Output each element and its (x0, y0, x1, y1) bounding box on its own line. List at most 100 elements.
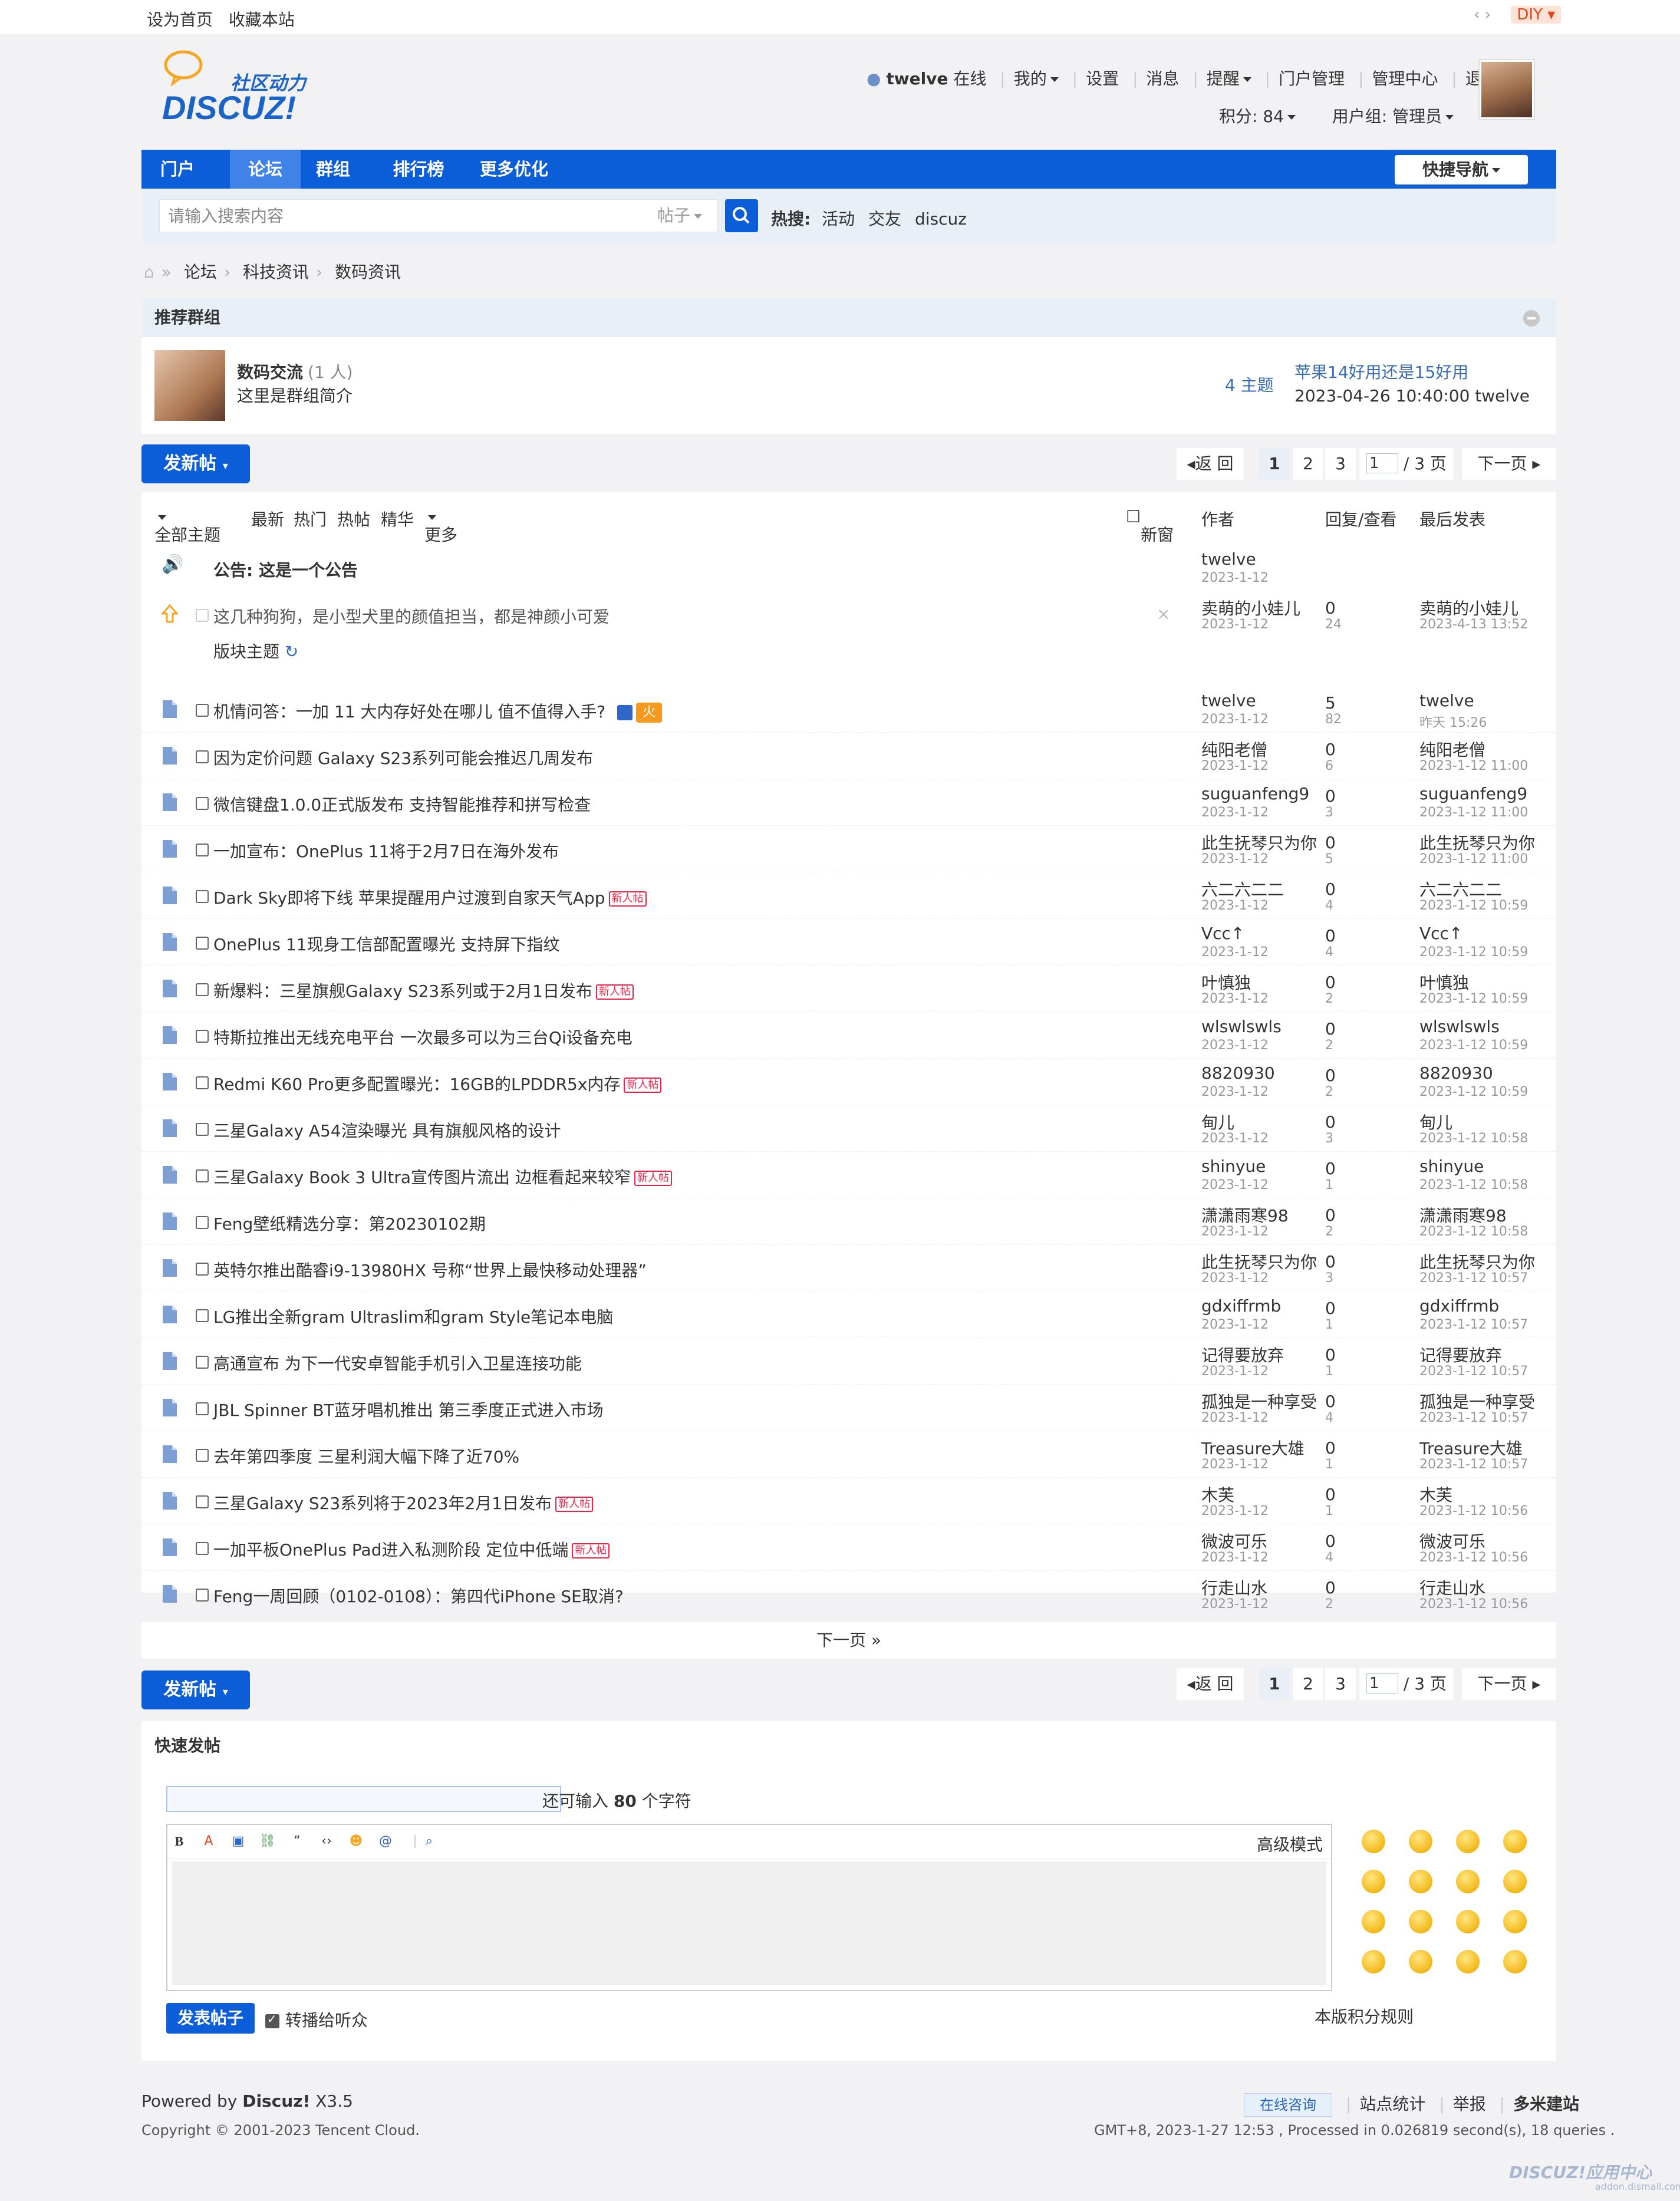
thread-last-poster[interactable]: Treasure大雄 (1419, 1436, 1523, 1459)
thread-author[interactable]: Treasure大雄 (1201, 1436, 1305, 1459)
quote-icon[interactable]: “ (289, 1833, 305, 1850)
page-link[interactable]: 3 (1325, 1668, 1356, 1700)
messages-link[interactable]: 消息 (1146, 69, 1179, 88)
page-link[interactable]: 2 (1293, 1668, 1323, 1700)
portal-admin-link[interactable]: 门户管理 (1279, 69, 1345, 88)
thread-title[interactable]: 特斯拉推出无线充电平台 一次最多可以为三台Qi设备充电 (213, 1028, 633, 1047)
code-icon[interactable]: ‹› (318, 1833, 335, 1850)
thread-author[interactable]: Vcc↑ (1201, 924, 1244, 943)
back-button[interactable]: ◂返 回 (1177, 1668, 1244, 1700)
smiley-icon[interactable] (1409, 1950, 1432, 1973)
thread-last-poster[interactable]: gdxiffrmb (1419, 1296, 1499, 1316)
group-last-title[interactable]: 苹果14好用还是15好用 (1294, 361, 1530, 384)
thread-last-poster[interactable]: twelve (1419, 691, 1474, 710)
home-icon[interactable]: ⌂ (144, 262, 154, 282)
next-page-button[interactable]: 下一页 ▸ (1462, 448, 1556, 480)
thread-last-poster[interactable]: 孤独是一种享受 (1419, 1389, 1535, 1413)
thread-author[interactable]: 叶慎独 (1201, 970, 1251, 994)
smiley-icon[interactable] (1503, 1910, 1527, 1933)
thread-author[interactable]: 8820930 (1201, 1063, 1275, 1083)
thread-last-poster[interactable]: suguanfeng9 (1419, 784, 1527, 803)
thread-checkbox[interactable] (196, 1402, 209, 1415)
thread-last-poster[interactable]: shinyue (1419, 1156, 1484, 1176)
thread-last-date[interactable]: 2023-1-12 10:59 (1419, 1038, 1528, 1053)
set-home-link[interactable]: 设为首页 (147, 10, 213, 29)
thread-doc-icon[interactable] (162, 1491, 178, 1511)
thread-author[interactable]: 记得要放弃 (1201, 1343, 1284, 1366)
thread-last-date[interactable]: 2023-1-12 10:59 (1419, 945, 1528, 960)
thread-last-date[interactable]: 2023-1-12 10:57 (1419, 1317, 1528, 1332)
thread-title[interactable]: LG推出全新gram Ultraslim和gram Style笔记本电脑 (213, 1307, 613, 1327)
thread-checkbox[interactable] (196, 983, 209, 996)
bookmark-link[interactable]: 收藏本站 (229, 10, 295, 29)
hot-search-item[interactable]: 活动 (822, 209, 855, 229)
thread-last-date[interactable]: 2023-1-12 10:58 (1419, 1224, 1528, 1239)
thread-author[interactable]: suguanfeng9 (1201, 784, 1309, 803)
thread-checkbox[interactable] (196, 937, 209, 950)
filter-hot[interactable]: 热门 (294, 507, 327, 531)
thread-last-poster[interactable]: Vcc↑ (1419, 924, 1462, 943)
thread-checkbox[interactable] (196, 1216, 209, 1229)
thread-checkbox[interactable] (196, 1589, 209, 1602)
filter-digest[interactable]: 精华 (381, 507, 414, 531)
page-link[interactable]: 3 (1325, 448, 1356, 480)
thread-last-date[interactable]: 2023-1-12 10:59 (1419, 991, 1528, 1006)
page-jump-input[interactable]: 1 (1366, 1673, 1399, 1693)
thread-last-date[interactable]: 昨天 15:26 (1419, 712, 1487, 731)
smiley-icon[interactable] (1456, 1830, 1480, 1853)
thread-title[interactable]: 去年第四季度 三星利润大幅下降了近70% (213, 1447, 519, 1467)
thread-title[interactable]: Feng一周回顾（0102-0108）：第四代iPhone SE取消? (213, 1587, 624, 1606)
thread-doc-icon[interactable] (162, 1072, 178, 1092)
thread-last-poster[interactable]: 此生抚琴只为你 (1419, 831, 1535, 854)
group-avatar[interactable] (154, 350, 225, 421)
thread-last-date[interactable]: 2023-1-12 10:56 (1419, 1504, 1528, 1518)
thread-author[interactable]: 行走山水 (1201, 1576, 1267, 1599)
advanced-mode-link[interactable]: 高级模式 (1257, 1832, 1323, 1856)
online-status[interactable]: 在线 (953, 69, 986, 88)
thread-title[interactable]: JBL Spinner BT蓝牙唱机推出 第三季度正式进入市场 (213, 1401, 604, 1420)
collapse-icon[interactable] (1523, 310, 1540, 327)
thread-last-poster[interactable]: 记得要放弃 (1419, 1343, 1502, 1366)
thread-doc-icon[interactable] (162, 792, 178, 812)
thread-last-poster[interactable]: 潇潇雨寒98 (1419, 1203, 1507, 1227)
breadcrumb-item[interactable]: 数码资讯 (335, 262, 401, 282)
thread-author[interactable]: 此生抚琴只为你 (1201, 1250, 1317, 1273)
at-icon[interactable]: @ (377, 1833, 394, 1850)
settings-link[interactable]: 设置 (1086, 69, 1119, 88)
thread-author[interactable]: wlswlswls (1201, 1017, 1282, 1036)
usergroup-menu[interactable]: 用户组: 管理员 (1332, 107, 1454, 126)
thread-checkbox[interactable] (196, 1495, 209, 1508)
site-stats-link[interactable]: 站点统计 (1359, 2094, 1425, 2114)
thread-checkbox[interactable] (196, 609, 209, 622)
thread-title[interactable]: 新爆料：三星旗舰Galaxy S23系列或于2月1日发布 (213, 981, 592, 1001)
thread-author[interactable]: 甸儿 (1201, 1110, 1234, 1134)
thread-author[interactable]: 纯阳老僧 (1201, 737, 1267, 761)
thread-title[interactable]: OnePlus 11现身工信部配置曝光 支持屏下指纹 (213, 935, 559, 954)
thread-last-date[interactable]: 2023-4-13 13:52 (1419, 617, 1528, 632)
thread-checkbox[interactable] (196, 1356, 209, 1369)
thread-author[interactable]: 此生抚琴只为你 (1201, 831, 1317, 854)
thread-author[interactable]: 六二六二二 (1201, 877, 1284, 901)
thread-title[interactable]: Redmi K60 Pro更多配置曝光：16GB的LPDDR5x内存 (213, 1075, 620, 1094)
thread-checkbox[interactable] (196, 1542, 209, 1555)
thread-last-date[interactable]: 2023-1-12 11:00 (1419, 805, 1528, 820)
search-input[interactable]: 请输入搜索内容 (159, 199, 718, 232)
next-page-button[interactable]: 下一页 ▸ (1462, 1668, 1556, 1700)
report-link[interactable]: 举报 (1453, 2094, 1486, 2114)
thread-checkbox[interactable] (196, 704, 209, 717)
thread-author[interactable]: 卖萌的小娃儿 (1201, 596, 1300, 620)
thread-checkbox[interactable] (196, 844, 209, 856)
my-menu[interactable]: 我的 (1014, 69, 1059, 88)
nav-more[interactable]: 更多优化 (467, 150, 561, 189)
search-button[interactable] (725, 199, 758, 232)
nav-portal[interactable]: 门户 (150, 150, 205, 189)
thread-title[interactable]: 一加宣布：OnePlus 11将于2月7日在海外发布 (213, 842, 559, 861)
thread-checkbox[interactable] (196, 1263, 209, 1276)
filter-more[interactable]: 更多 (424, 507, 457, 545)
thread-last-poster[interactable]: 此生抚琴只为你 (1419, 1250, 1535, 1273)
group-topics[interactable]: 4 主题 (1225, 373, 1274, 396)
search-type-select[interactable]: 帖子 (657, 199, 703, 232)
online-consult-button[interactable]: 在线咨询 (1244, 2093, 1332, 2117)
thread-last-poster[interactable]: 叶慎独 (1419, 970, 1469, 994)
smiley-icon[interactable] (1503, 1870, 1527, 1893)
